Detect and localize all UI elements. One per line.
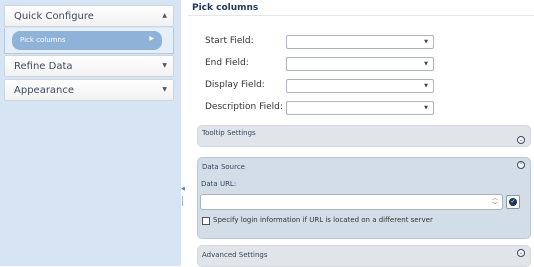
chevron-circle-up-icon[interactable]: ⌃ bbox=[517, 161, 525, 169]
sidebar-item-label: Pick columns bbox=[20, 36, 66, 44]
data-url-label: Data URL: bbox=[201, 180, 237, 188]
description-field-select[interactable]: ▼ bbox=[286, 101, 434, 115]
chevron-right-icon: ▶ bbox=[149, 35, 154, 42]
advanced-settings-title: Advanced Settings bbox=[202, 251, 268, 259]
data-source-title: Data Source bbox=[202, 163, 245, 171]
confirm-url-button[interactable]: ✓ bbox=[506, 195, 520, 209]
page-title: Pick columns bbox=[192, 3, 259, 13]
login-info-checkbox[interactable] bbox=[202, 217, 210, 225]
main-panel: Pick columns Start Field: ▼ End Field: ▼… bbox=[188, 0, 534, 267]
dropdown-arrow-icon: ▼ bbox=[424, 61, 428, 67]
data-url-input[interactable]: ︿ ﹀ bbox=[200, 194, 503, 210]
section-refine-data[interactable]: Refine Data ▼ bbox=[4, 55, 174, 77]
login-info-label: Specify login information if URL is loca… bbox=[213, 216, 433, 224]
dropdown-arrow-icon: ▼ bbox=[424, 39, 428, 45]
sidebar-item-pick-columns[interactable]: Pick columns ▶ bbox=[12, 31, 162, 50]
splitter-handle[interactable] bbox=[182, 196, 183, 206]
end-field-select[interactable]: ▼ bbox=[286, 57, 434, 71]
chevron-circle-down-icon[interactable]: ⌄ bbox=[517, 249, 525, 257]
section-label: Appearance bbox=[14, 85, 75, 96]
dropdown-arrow-icon: ▼ bbox=[424, 105, 428, 111]
tooltip-settings-title: Tooltip Settings bbox=[202, 129, 256, 137]
section-label: Quick Configure bbox=[14, 11, 94, 22]
display-field-label: Display Field: bbox=[205, 80, 265, 90]
description-field-label: Description Field: bbox=[205, 102, 283, 112]
splitter-collapse-icon[interactable]: ◀ bbox=[181, 186, 185, 192]
collapse-arrow-icon: ▲ bbox=[162, 12, 167, 19]
chevron-circle-down-icon[interactable]: ⌄ bbox=[517, 136, 525, 144]
expand-arrow-icon: ▼ bbox=[162, 86, 167, 93]
check-icon: ✓ bbox=[509, 198, 517, 206]
dropdown-arrow-icon: ▼ bbox=[424, 83, 428, 89]
title-divider bbox=[188, 15, 534, 16]
tooltip-settings-panel[interactable]: Tooltip Settings ⌄ bbox=[197, 125, 531, 147]
advanced-settings-panel[interactable]: Advanced Settings ⌄ bbox=[197, 245, 531, 267]
data-source-panel: Data Source ⌃ Data URL: ︿ ﹀ ✓ Specify log… bbox=[197, 157, 531, 239]
section-quick-configure[interactable]: Quick Configure ▲ bbox=[4, 5, 174, 27]
display-field-select[interactable]: ▼ bbox=[286, 79, 434, 93]
section-label: Refine Data bbox=[14, 61, 73, 72]
config-sidebar: Quick Configure ▲ Pick columns ▶ Refine … bbox=[0, 0, 181, 266]
end-field-label: End Field: bbox=[205, 58, 249, 68]
start-field-label: Start Field: bbox=[205, 36, 254, 46]
input-spinner-icon[interactable]: ︿ ﹀ bbox=[492, 195, 498, 209]
expand-arrow-icon: ▼ bbox=[162, 62, 167, 69]
section-appearance[interactable]: Appearance ▼ bbox=[4, 79, 174, 101]
start-field-select[interactable]: ▼ bbox=[286, 35, 434, 49]
